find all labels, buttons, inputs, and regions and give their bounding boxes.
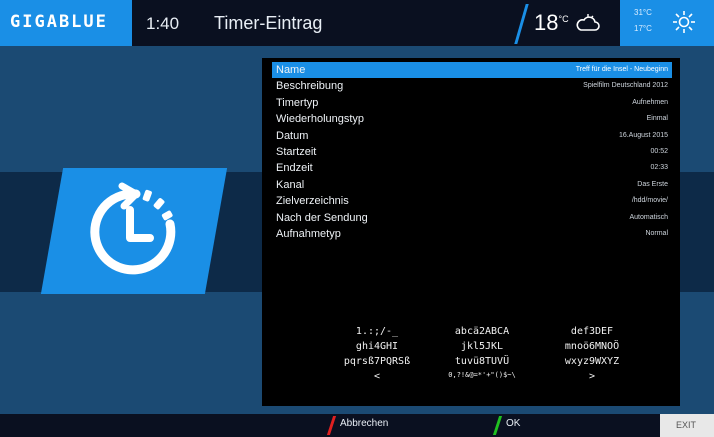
temperature-unit: °C bbox=[558, 14, 569, 24]
keypad-key-right[interactable]: > bbox=[537, 371, 647, 382]
setting-value: /hdd/movie/ bbox=[631, 197, 668, 205]
setting-label: Name bbox=[276, 64, 306, 76]
setting-label: Aufnahmetyp bbox=[276, 227, 341, 240]
keypad-key-left[interactable]: < bbox=[322, 371, 432, 382]
setting-value: Treff für die Insel - Neubeginn bbox=[575, 66, 668, 73]
header-divider bbox=[514, 4, 529, 44]
keypad-row: pqrsß7PQRSß tuvü8TUVÜ wxyz9WXYZ bbox=[322, 356, 652, 371]
keypad-row: ghi4GHI jkl5JKL mnoö6MNOÖ bbox=[322, 341, 652, 356]
keypad-row: 1.:;/-_ abcä2ABCA def3DEF bbox=[322, 326, 652, 341]
keypad-key-9[interactable]: wxyz9WXYZ bbox=[537, 356, 647, 367]
cloud-icon bbox=[576, 14, 600, 31]
setting-label: Kanal bbox=[276, 178, 305, 191]
keypad-row: < 0,?!&@=*'+"()$~\ > bbox=[322, 371, 652, 386]
top-bar: GIGABLUE 1:40 Timer-Eintrag 18°C 31°C 17… bbox=[0, 0, 714, 46]
setting-label: Startzeit bbox=[276, 145, 317, 158]
setting-value: 00:52 bbox=[650, 147, 668, 155]
forecast: 31°C 17°C bbox=[620, 0, 714, 46]
timer-entry-panel: Name Treff für die Insel - Neubeginn Bes… bbox=[262, 58, 680, 406]
brand-name: GIGABLUE bbox=[10, 12, 108, 32]
keypad-key-2[interactable]: abcä2ABCA bbox=[427, 326, 537, 337]
setting-label: Nach der Sendung bbox=[276, 211, 368, 224]
setting-label: Zielverzeichnis bbox=[276, 195, 349, 208]
clock: 1:40 bbox=[146, 14, 180, 33]
keypad-key-0[interactable]: 0,?!&@=*'+"()$~\ bbox=[427, 371, 537, 379]
ok-button[interactable]: OK bbox=[506, 418, 520, 429]
exit-button[interactable]: EXIT bbox=[660, 414, 714, 437]
setting-row-timer-type[interactable]: Timertyp Aufnehmen bbox=[272, 95, 672, 111]
setting-label: Beschreibung bbox=[276, 80, 344, 93]
keypad-key-4[interactable]: ghi4GHI bbox=[322, 341, 432, 352]
keypad-key-5[interactable]: jkl5JKL bbox=[427, 341, 537, 352]
setting-label: Datum bbox=[276, 129, 309, 142]
setting-row-repeat-type[interactable]: Wiederholungstyp Einmal bbox=[272, 111, 672, 127]
setting-row-target-directory[interactable]: Zielverzeichnis /hdd/movie/ bbox=[272, 193, 672, 209]
button-bar: Abbrechen OK EXIT bbox=[0, 414, 714, 437]
timer-clock-icon bbox=[90, 182, 176, 275]
setting-row-channel[interactable]: Kanal Das Erste bbox=[272, 177, 672, 193]
setting-row-after-event[interactable]: Nach der Sendung Automatisch bbox=[272, 210, 672, 226]
forecast-high: 31°C bbox=[634, 8, 652, 17]
screen-title: Timer-Eintrag bbox=[214, 13, 323, 33]
setting-value: 16.August 2015 bbox=[618, 131, 668, 139]
brand-logo: GIGABLUE bbox=[0, 0, 132, 46]
cancel-button[interactable]: Abbrechen bbox=[340, 418, 388, 429]
keypad-key-1[interactable]: 1.:;/-_ bbox=[322, 326, 432, 337]
setting-label: Timertyp bbox=[276, 96, 319, 109]
virtual-keypad: 1.:;/-_ abcä2ABCA def3DEF ghi4GHI jkl5JK… bbox=[322, 326, 652, 386]
temperature-value: 18 bbox=[534, 10, 559, 35]
setting-label: Endzeit bbox=[276, 162, 313, 175]
keypad-key-8[interactable]: tuvü8TUVÜ bbox=[427, 356, 537, 367]
setting-row-name[interactable]: Name Treff für die Insel - Neubeginn bbox=[272, 62, 672, 79]
keypad-key-7[interactable]: pqrsß7PQRSß bbox=[322, 356, 432, 367]
sun-icon bbox=[673, 11, 695, 33]
setting-row-end-time[interactable]: Endzeit 02:33 bbox=[272, 160, 672, 176]
setting-value: 02:33 bbox=[650, 164, 668, 172]
forecast-low: 17°C bbox=[634, 24, 652, 33]
exit-label: EXIT bbox=[676, 420, 697, 430]
keypad-key-6[interactable]: mnoö6MNOÖ bbox=[537, 341, 647, 352]
setting-row-start-time[interactable]: Startzeit 00:52 bbox=[272, 144, 672, 160]
setting-value: Spielfilm Deutschland 2012 bbox=[583, 82, 668, 90]
setting-value: Automatisch bbox=[629, 213, 668, 221]
setting-value: Normal bbox=[645, 229, 668, 237]
setting-row-date[interactable]: Datum 16.August 2015 bbox=[272, 128, 672, 144]
setting-row-description[interactable]: Beschreibung Spielfilm Deutschland 2012 bbox=[272, 78, 672, 94]
red-key-marker bbox=[326, 416, 337, 435]
keypad-key-3[interactable]: def3DEF bbox=[537, 326, 647, 337]
green-key-marker bbox=[492, 416, 503, 435]
setting-value: Einmal bbox=[646, 115, 668, 123]
setting-label: Wiederholungstyp bbox=[276, 113, 365, 126]
temperature: 18°C bbox=[534, 10, 569, 36]
setting-row-recording-type[interactable]: Aufnahmetyp Normal bbox=[272, 226, 672, 242]
timer-settings-list: Name Treff für die Insel - Neubeginn Bes… bbox=[272, 62, 672, 242]
setting-value: Das Erste bbox=[637, 180, 668, 188]
setting-value: Aufnehmen bbox=[632, 98, 668, 106]
